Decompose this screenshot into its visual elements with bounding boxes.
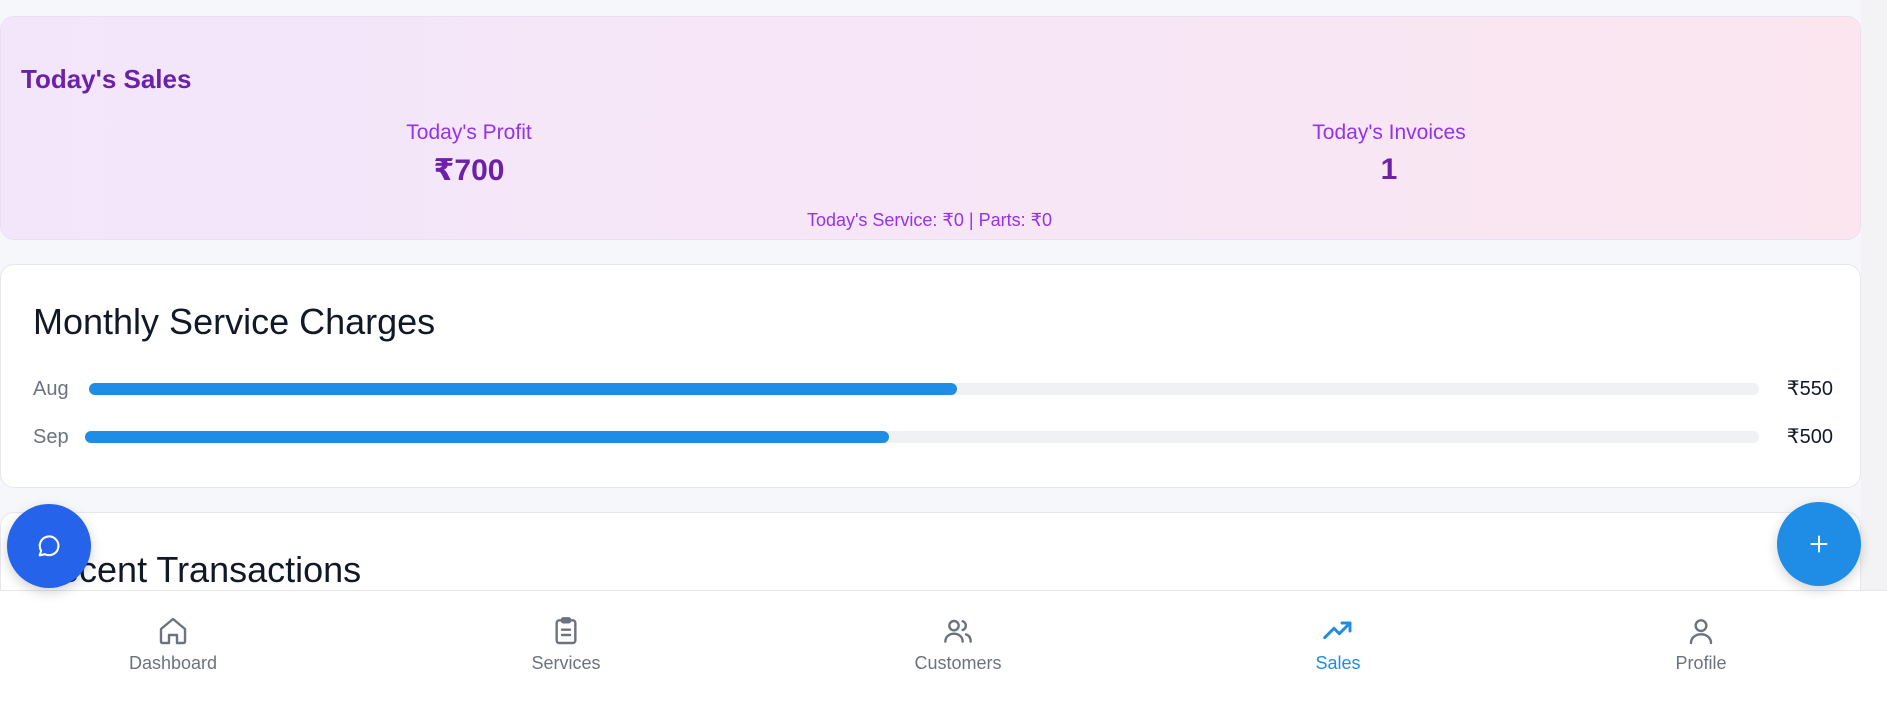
- monthly-service-charges-card: Monthly Service Charges Aug ₹550 Sep ₹50…: [0, 264, 1861, 488]
- todays-service-parts-breakdown: Today's Service: ₹0 | Parts: ₹0: [806, 210, 1053, 230]
- nav-item-sales[interactable]: Sales: [1238, 615, 1438, 674]
- nav-label: Customers: [914, 653, 1002, 673]
- charge-month: Sep: [33, 426, 69, 448]
- chat-fab-button[interactable]: [7, 504, 91, 588]
- nav-item-profile[interactable]: Profile: [1601, 615, 1801, 674]
- charge-month: Aug: [33, 378, 69, 400]
- nav-label: Services: [531, 653, 601, 673]
- users-icon: [944, 619, 972, 643]
- charge-row-aug: Aug ₹550: [33, 374, 1833, 404]
- todays-invoices-label: Today's Invoices: [1312, 121, 1466, 144]
- plus-icon: [1810, 535, 1828, 553]
- todays-invoices-value: 1: [1380, 153, 1398, 186]
- todays-profit-value: ₹700: [433, 154, 505, 187]
- bottom-navigation: Dashboard Services Customers Sales Profi…: [0, 590, 1887, 701]
- nav-item-services[interactable]: Services: [466, 615, 666, 674]
- charge-bar-fill: [85, 431, 889, 443]
- add-fab-button[interactable]: [1777, 502, 1861, 586]
- chat-bubble-icon: [38, 535, 60, 557]
- todays-sales-card: Today's Sales Today's Profit ₹700 Today'…: [0, 16, 1861, 240]
- charge-bar-track: [85, 431, 1759, 443]
- nav-item-dashboard[interactable]: Dashboard: [73, 615, 273, 674]
- nav-label: Dashboard: [128, 653, 218, 673]
- todays-sales-title: Today's Sales: [21, 64, 192, 94]
- user-icon: [1689, 619, 1713, 645]
- nav-label: Sales: [1315, 653, 1361, 673]
- charge-bar-track: [89, 383, 1759, 395]
- charge-bar-fill: [89, 383, 958, 395]
- nav-item-customers[interactable]: Customers: [858, 615, 1058, 674]
- clipboard-list-icon: [555, 617, 577, 645]
- todays-profit-label: Today's Profit: [406, 121, 532, 144]
- charge-amount: ₹500: [1786, 426, 1833, 448]
- home-icon: [159, 617, 187, 645]
- trending-up-icon: [1323, 621, 1352, 640]
- nav-label: Profile: [1675, 653, 1727, 673]
- monthly-service-charges-title: Monthly Service Charges: [33, 301, 436, 342]
- charge-row-sep: Sep ₹500: [33, 422, 1833, 452]
- charge-amount: ₹550: [1786, 378, 1833, 400]
